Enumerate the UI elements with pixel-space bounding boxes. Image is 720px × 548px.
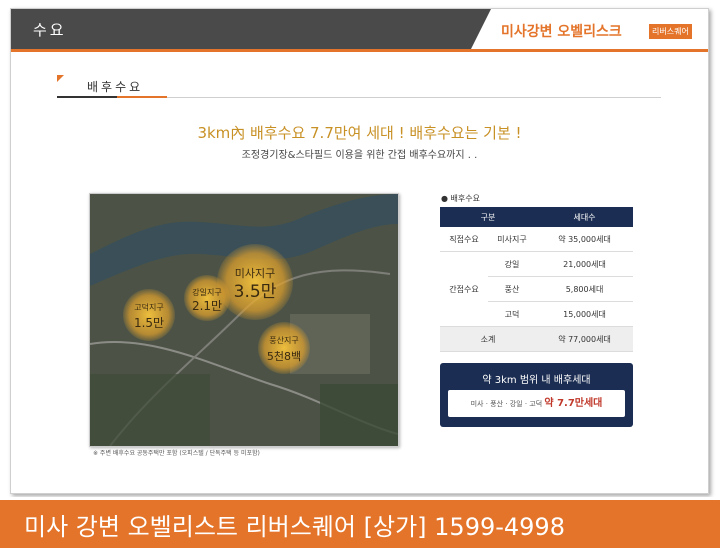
map-footnote: ※ 주변 배후수요 공동주택만 포함 (오피스텔 / 단독주택 등 미포함) xyxy=(93,450,260,457)
header-category: 구분 xyxy=(440,207,536,227)
row-count: 약 35,000세대 xyxy=(536,227,633,252)
area-name-pungsan: 풍산지구 xyxy=(269,335,298,345)
row-count: 21,000세대 xyxy=(536,251,633,277)
aerial-map: 미사지구 3.5만 강일지구 2.1만 고덕지구 1.5만 풍산지구 5천8백 xyxy=(89,193,399,447)
page-subtitle: 조정경기장&스타필드 이용을 위한 간접 배후수요까지 . . xyxy=(241,150,478,161)
table-row: 간접수요 강일 21,000세대 xyxy=(440,251,633,327)
table-total-row: 소계 약 77,000세대 xyxy=(440,326,633,352)
row-count: 15,000세대 xyxy=(536,301,633,327)
table-header-row: 구분 세대수 xyxy=(440,207,633,227)
top-bar: 수요 미사강변 오벨리스크 리버스퀘어 xyxy=(11,9,708,49)
area-name-gangil: 강일지구 xyxy=(192,287,221,297)
summary-detail-box: 미사 · 풍산 · 강일 · 고덕 약 7.7만세대 xyxy=(448,390,625,417)
row-area: 미사지구 xyxy=(488,227,536,252)
demand-panel-title: ● 배후수요 xyxy=(441,194,480,203)
row-area: 풍산 xyxy=(488,276,536,302)
brand-tag: 리버스퀘어 xyxy=(649,24,692,39)
section-title: 수요 xyxy=(33,21,67,39)
banner-text: 미사 강변 오벨리스트 리버스퀘어 [상가] 1599-4998 xyxy=(24,513,565,541)
header-divider xyxy=(11,49,708,52)
brand-logo-text: 미사강변 오벨리스크 xyxy=(501,24,622,40)
page-title: 3km內 배후수요 7.7만여 세대 ! 배후수요는 기본 ! xyxy=(197,124,522,142)
summary-title: 약 3km 범위 내 배후세대 xyxy=(482,375,591,386)
total-label: 소계 xyxy=(440,326,536,352)
area-circle-gangil xyxy=(184,275,230,321)
summary-detail: 미사 · 풍산 · 강일 · 고덕 xyxy=(470,400,543,408)
area-value-godeok: 1.5만 xyxy=(134,316,164,330)
demand-table: 구분 세대수 직접수요 미사지구 약 35,000세대 간접수요 강일 21,0… xyxy=(440,207,633,352)
row-count: 5,800세대 xyxy=(536,276,633,302)
row-area: 고덕 xyxy=(488,301,536,327)
forest-area xyxy=(320,384,398,446)
map-graphic: 미사지구 3.5만 강일지구 2.1만 고덕지구 1.5만 풍산지구 5천8백 xyxy=(90,194,398,446)
tab-demand[interactable]: 배후수요 xyxy=(87,78,143,95)
area-value-pungsan: 5천8백 xyxy=(267,349,301,363)
header-households: 세대수 xyxy=(536,207,633,227)
area-value-misa: 3.5만 xyxy=(234,282,277,302)
row-group: 간접수요 xyxy=(440,251,488,327)
bottom-banner[interactable]: 미사 강변 오벨리스트 리버스퀘어 [상가] 1599-4998 xyxy=(0,497,720,548)
section-header: 수요 xyxy=(11,9,491,49)
area-circle-pungsan xyxy=(258,322,310,374)
forest-area xyxy=(90,374,210,446)
tab-underline-dark xyxy=(57,96,117,98)
row-group: 직접수요 xyxy=(440,227,488,252)
slide-frame: 수요 미사강변 오벨리스크 리버스퀘어 배후수요 3km內 배후수요 7.7만여… xyxy=(10,8,709,494)
area-circle-godeok xyxy=(123,289,175,341)
summary-box: 약 3km 범위 내 배후세대 미사 · 풍산 · 강일 · 고덕 약 7.7만… xyxy=(440,363,633,427)
tab-corner-icon xyxy=(57,75,64,82)
area-value-gangil: 2.1만 xyxy=(192,299,222,313)
row-area: 강일 xyxy=(488,251,536,277)
area-name-misa: 미사지구 xyxy=(235,267,275,280)
total-count: 약 77,000세대 xyxy=(536,326,633,352)
summary-highlight: 약 7.7만세대 xyxy=(544,398,603,409)
area-name-godeok: 고덕지구 xyxy=(134,302,163,312)
table-row: 직접수요 미사지구 약 35,000세대 xyxy=(440,227,633,252)
tab-underline-accent xyxy=(117,96,167,98)
